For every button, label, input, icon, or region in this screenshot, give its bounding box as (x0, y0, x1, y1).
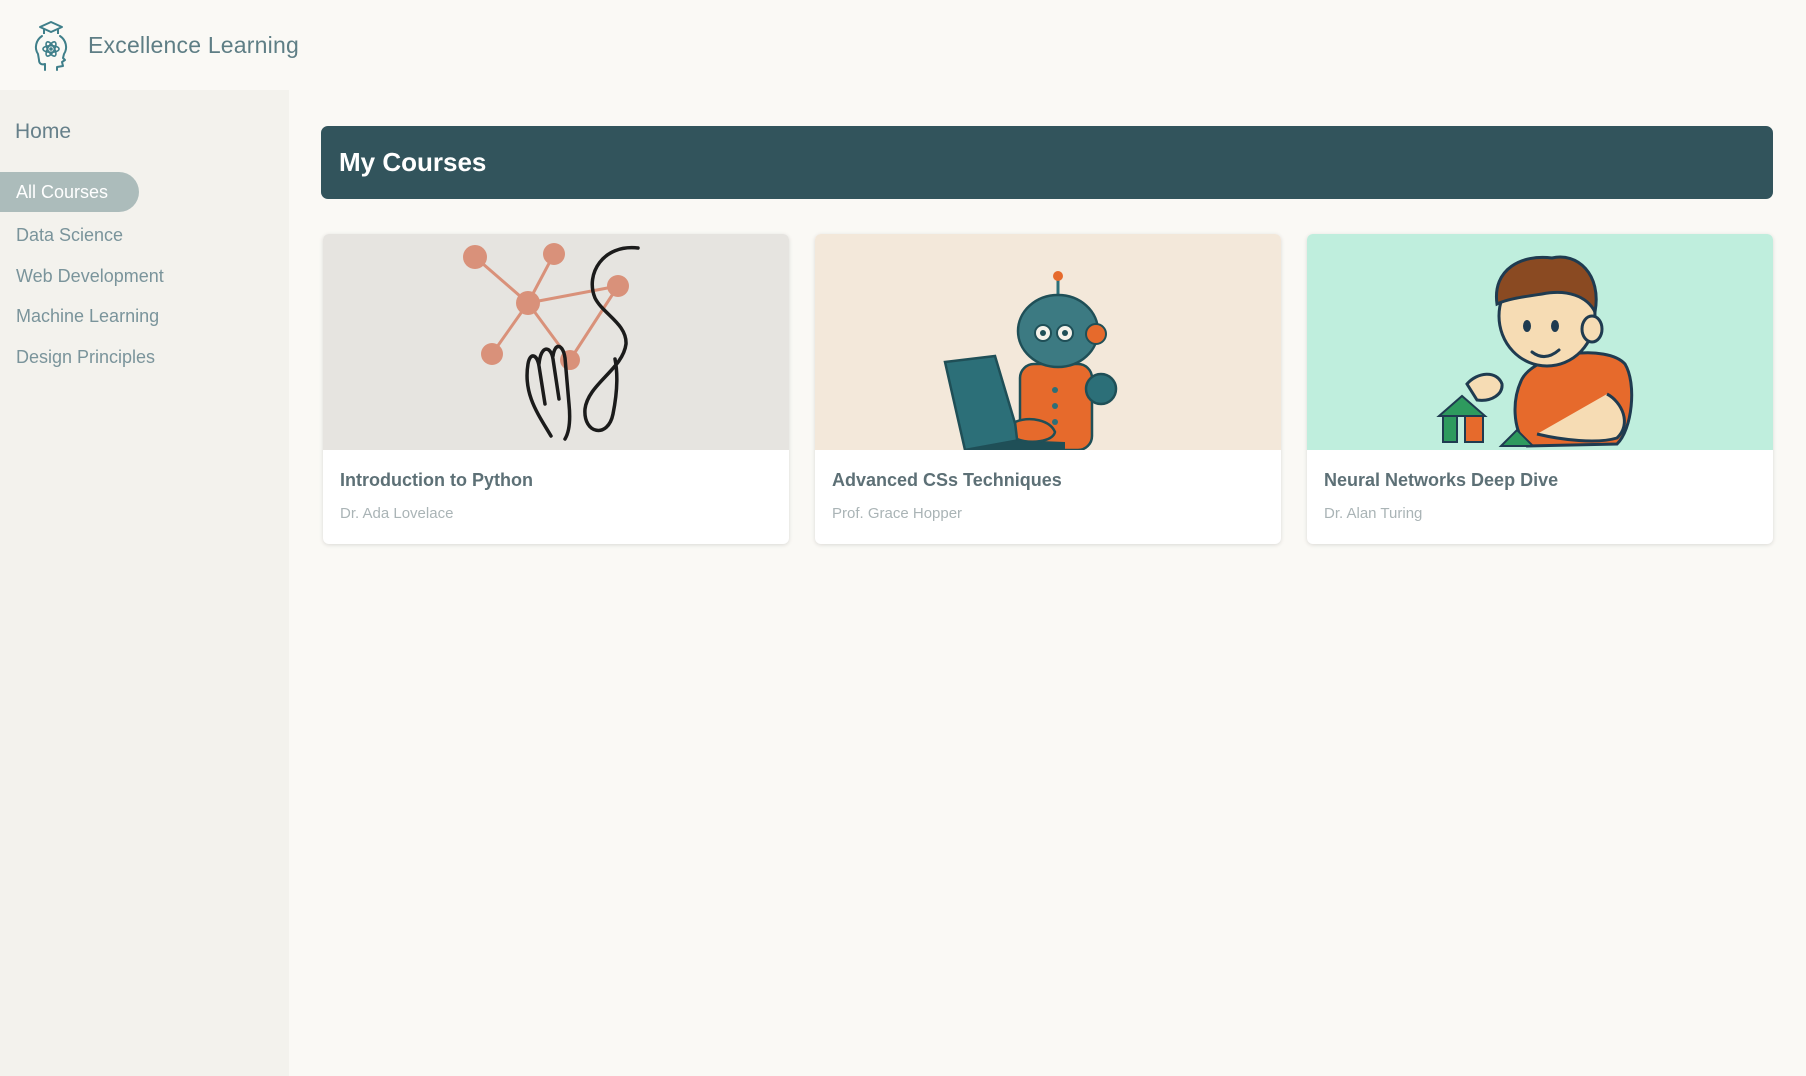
course-card-python[interactable]: Introduction to Python Dr. Ada Lovelace (323, 234, 789, 544)
course-card-body: Advanced CSs Techniques Prof. Grace Hopp… (815, 450, 1281, 522)
course-title[interactable]: Advanced CSs Techniques (832, 470, 1264, 491)
course-grid: Introduction to Python Dr. Ada Lovelace (321, 234, 1773, 544)
robot-laptop-illustration-icon (815, 234, 1281, 450)
course-title[interactable]: Introduction to Python (340, 470, 772, 491)
brain-atom-logo-icon[interactable] (30, 18, 72, 72)
course-card-css[interactable]: Advanced CSs Techniques Prof. Grace Hopp… (815, 234, 1281, 544)
course-instructor: Prof. Grace Hopper (832, 505, 963, 522)
page-title: My Courses (339, 147, 487, 177)
sidebar: Home All Courses Data Science Web Develo… (0, 90, 289, 1076)
brand-name[interactable]: Excellence Learning (88, 32, 299, 59)
app-root: Excellence Learning Home All Courses Dat… (0, 0, 1806, 1076)
network-hand-illustration-icon (323, 234, 789, 450)
course-category-nav: All Courses Data Science Web Development… (0, 172, 289, 377)
course-instructor: Dr. Ada Lovelace (340, 505, 454, 522)
sidebar-item-machine-learning[interactable]: Machine Learning (0, 296, 289, 336)
sidebar-item-web-development[interactable]: Web Development (0, 256, 289, 296)
page-header: My Courses (321, 126, 1773, 199)
top-bar: Excellence Learning (0, 0, 1806, 90)
course-card-body: Introduction to Python Dr. Ada Lovelace (323, 450, 789, 522)
sidebar-home-link[interactable]: Home (15, 120, 71, 144)
course-title[interactable]: Neural Networks Deep Dive (1324, 470, 1756, 491)
sidebar-item-all-courses[interactable]: All Courses (0, 172, 139, 212)
sidebar-item-design-principles[interactable]: Design Principles (0, 337, 289, 377)
main-content: My Courses Introduction to Python Dr. Ad… (321, 126, 1773, 544)
course-instructor: Dr. Alan Turing (1324, 505, 1423, 522)
sidebar-item-data-science[interactable]: Data Science (0, 215, 289, 255)
course-card-body: Neural Networks Deep Dive Dr. Alan Turin… (1307, 450, 1773, 522)
boy-building-blocks-illustration-icon (1307, 234, 1773, 450)
course-card-neural-networks[interactable]: Neural Networks Deep Dive Dr. Alan Turin… (1307, 234, 1773, 544)
